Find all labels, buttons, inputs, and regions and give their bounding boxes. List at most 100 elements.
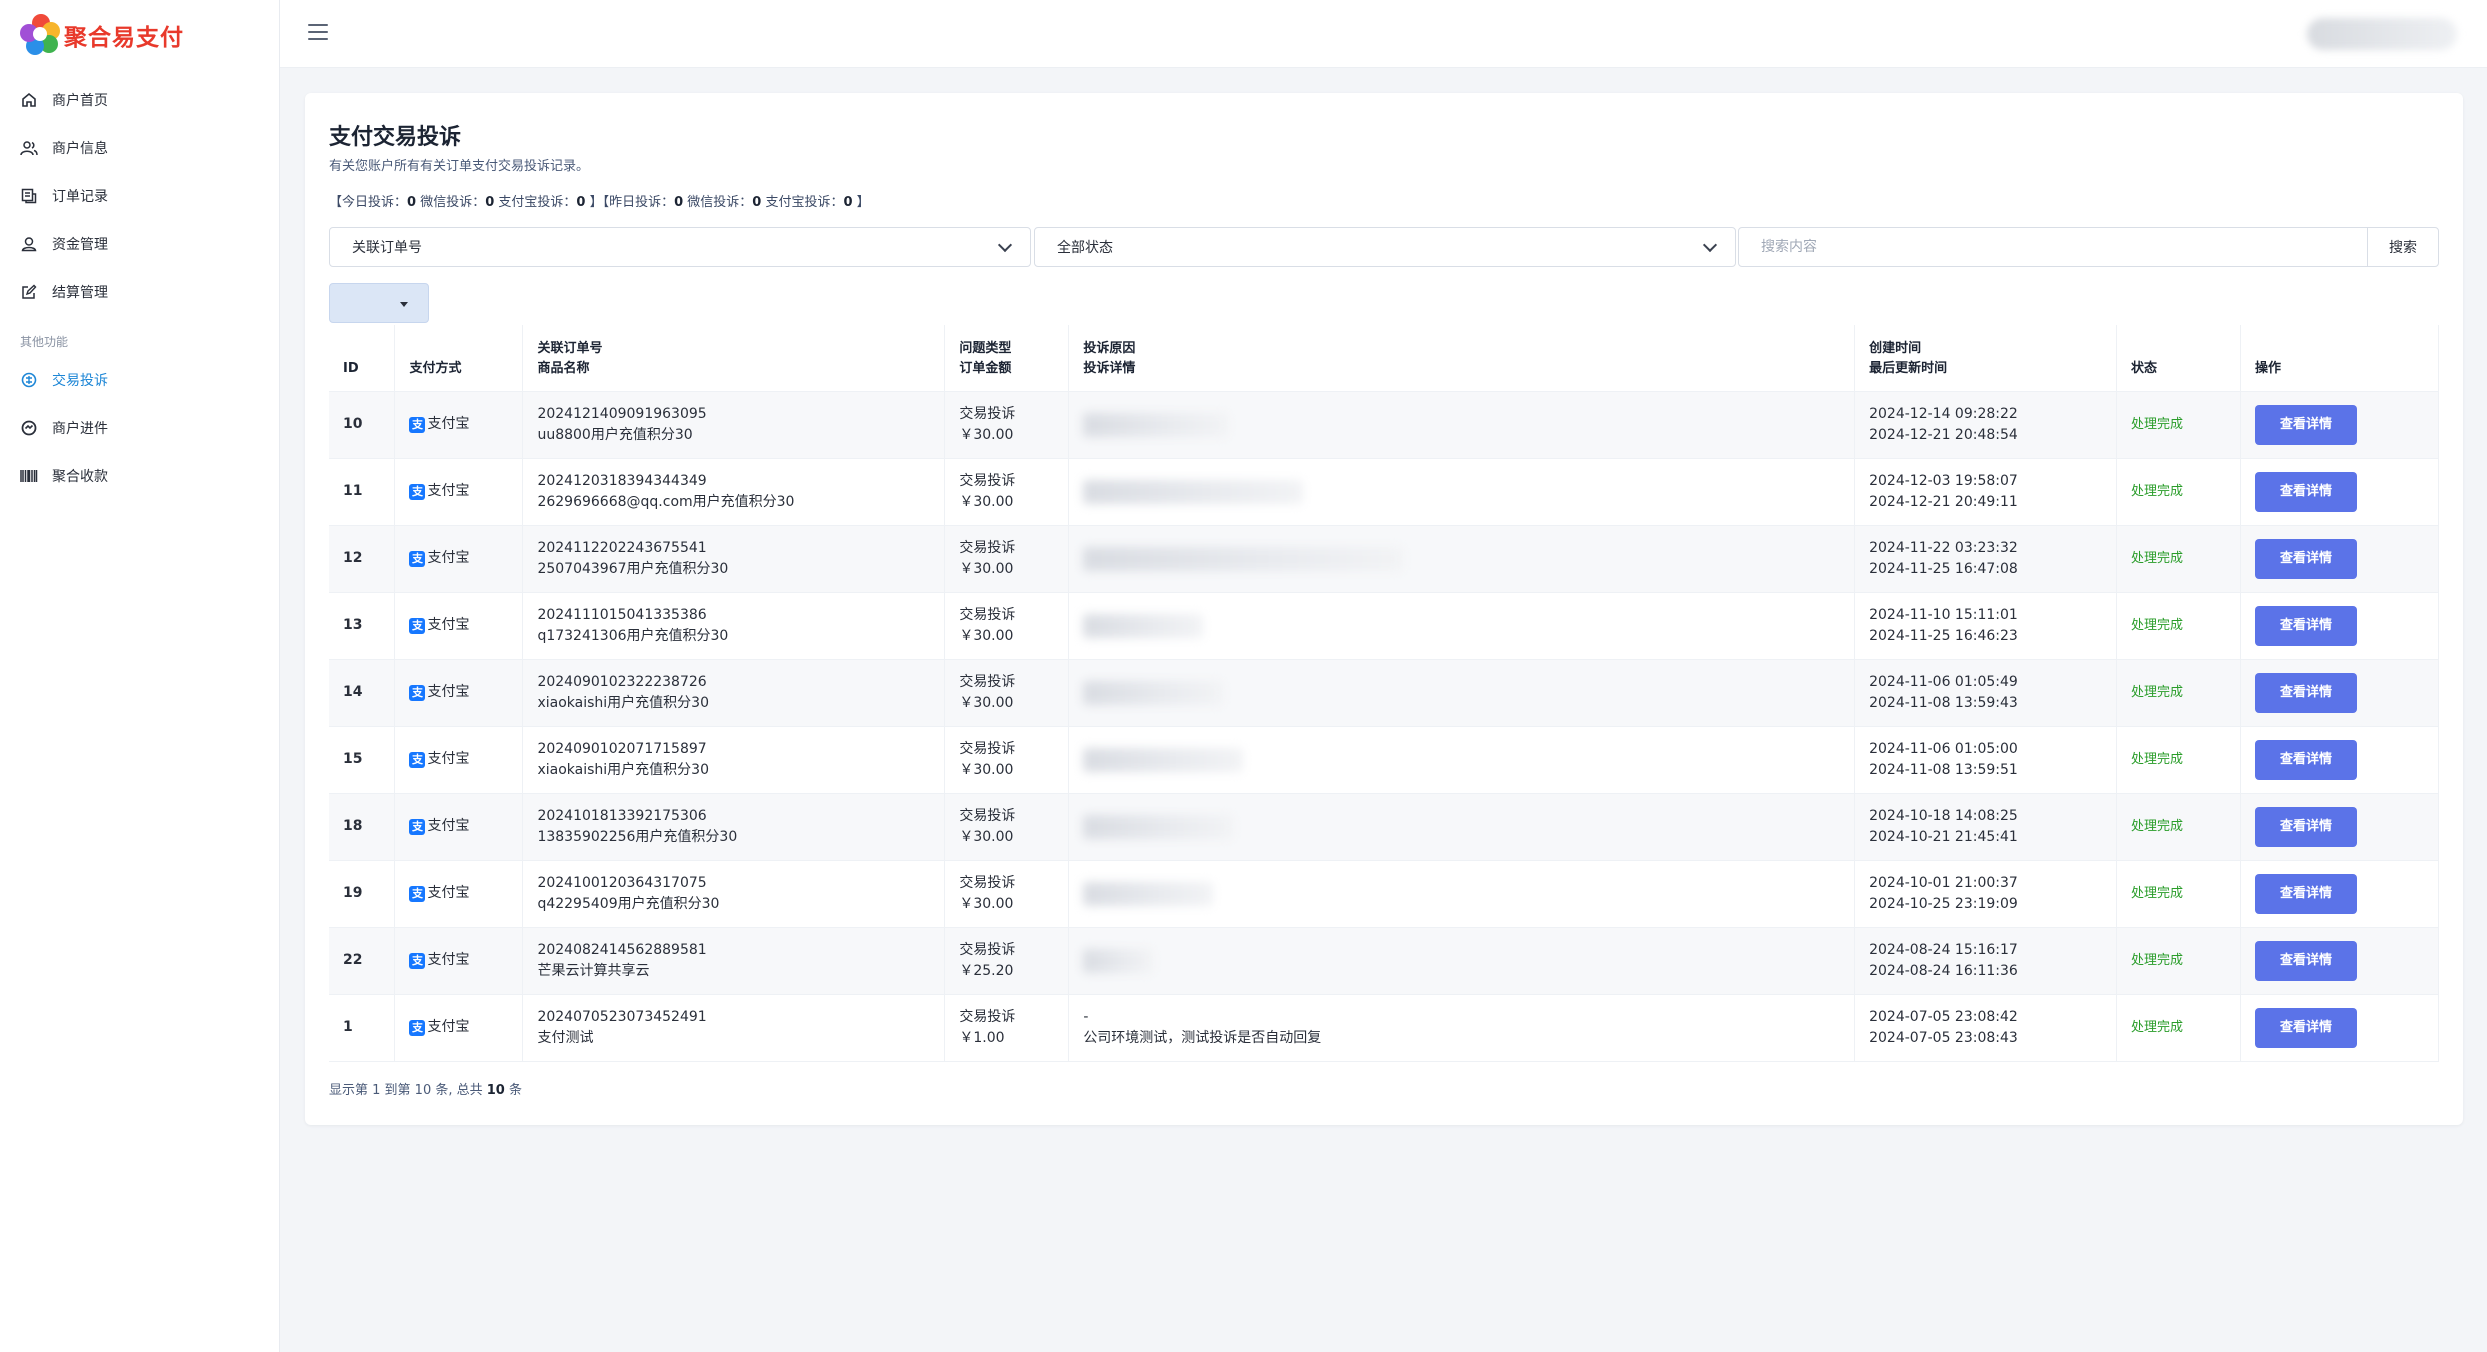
view-detail-button[interactable]: 查看详情	[2254, 806, 2357, 847]
updated-time: 2024-10-21 21:45:41	[1869, 828, 2018, 845]
complaint-type: 交易投诉	[959, 740, 1016, 757]
logo-flower-icon	[20, 14, 62, 56]
col-type[interactable]: 问题类型 订单金额	[944, 325, 1070, 391]
alipay-icon: 支	[409, 684, 426, 701]
cell-action: 查看详情	[2240, 390, 2440, 458]
order-number[interactable]: 2024121409091963095	[537, 404, 930, 425]
sidebar-item-merchant-info[interactable]: 商户信息	[0, 124, 279, 172]
complaints-card: 支付交易投诉 有关您账户所有有关订单支付交易投诉记录。 【今日投诉：0 微信投诉…	[305, 93, 2463, 1125]
status-select[interactable]: 全部状态	[1034, 227, 1736, 267]
view-detail-button[interactable]: 查看详情	[2254, 1007, 2357, 1048]
sidebar-item-aggregate-pay[interactable]: 聚合收款	[0, 452, 279, 500]
order-amount: ￥30.00	[959, 694, 1014, 711]
cell-pay-method: 支支付宝	[394, 591, 524, 659]
order-amount: ￥25.20	[959, 962, 1014, 979]
cell-time: 2024-11-06 01:05:49 2024-11-08 13:59:43	[1854, 658, 2118, 726]
cell-action: 查看详情	[2240, 524, 2440, 592]
complaint-type: 交易投诉	[959, 673, 1016, 690]
edit-icon	[20, 283, 38, 301]
cell-type: 交易投诉 ￥30.00	[944, 457, 1070, 525]
cell-reason: - 公司环境测试，测试投诉是否自动回复	[1068, 993, 1856, 1062]
cell-order: 2024090102322238726 xiaokaishi用户充值积分30	[522, 658, 946, 726]
complaint-reason-redacted	[1083, 814, 1234, 839]
created-time: 2024-11-22 03:23:32	[1869, 539, 2018, 556]
view-detail-button[interactable]: 查看详情	[2254, 404, 2357, 445]
user-avatar[interactable]	[2307, 18, 2457, 50]
sidebar-item-label: 商户进件	[52, 421, 108, 437]
col-pay-method[interactable]: 支付方式	[394, 325, 524, 391]
table-row: 14 支支付宝 2024090102322238726 xiaokaishi用户充值积…	[329, 658, 2440, 726]
search-button[interactable]: 搜索	[2367, 227, 2439, 267]
status-badge: 处理完成	[2131, 618, 2184, 633]
complaint-reason-redacted	[1083, 948, 1154, 973]
view-detail-button[interactable]: 查看详情	[2254, 873, 2357, 914]
col-id[interactable]: ID	[329, 325, 396, 391]
batch-action-dropdown[interactable]	[329, 283, 429, 323]
created-time: 2024-10-01 21:00:37	[1869, 874, 2018, 891]
created-time: 2024-10-18 14:08:25	[1869, 807, 2018, 824]
view-detail-button[interactable]: 查看详情	[2254, 940, 2357, 981]
view-detail-button[interactable]: 查看详情	[2254, 471, 2357, 512]
order-amount: ￥30.00	[959, 627, 1014, 644]
order-number[interactable]: 2024090102071715897	[537, 739, 930, 760]
sidebar-item-complaints[interactable]: 交易投诉	[0, 356, 279, 404]
sidebar-item-onboarding[interactable]: 商户进件	[0, 404, 279, 452]
view-detail-button[interactable]: 查看详情	[2254, 538, 2357, 579]
order-amount: ￥1.00	[959, 1029, 1005, 1046]
cell-action: 查看详情	[2240, 926, 2440, 994]
cell-status: 处理完成	[2116, 859, 2241, 927]
order-number[interactable]: 2024082414562889581	[537, 940, 930, 961]
sidebar-item-funds[interactable]: 资金管理	[0, 220, 279, 268]
cell-status: 处理完成	[2116, 792, 2241, 860]
sidebar: 聚合易支付 商户首页 商户信息 订单记录 资金管理 结算管理 其他功能 交易投诉…	[0, 0, 280, 1352]
created-time: 2024-08-24 15:16:17	[1869, 941, 2018, 958]
status-badge: 处理完成	[2131, 417, 2184, 432]
col-order[interactable]: 关联订单号 商品名称	[522, 325, 946, 391]
chevron-down-icon	[997, 237, 1013, 253]
order-field-select[interactable]: 关联订单号	[329, 227, 1031, 267]
sidebar-item-label: 资金管理	[52, 237, 108, 253]
complaint-reason-redacted	[1083, 680, 1224, 705]
users-icon	[20, 139, 38, 157]
table-row: 22 支支付宝 2024082414562889581 芒果云计算共享云 交易投诉 ￥25…	[329, 926, 2440, 994]
order-number[interactable]: 2024070523073452491	[537, 1007, 930, 1028]
sidebar-item-settlement[interactable]: 结算管理	[0, 268, 279, 316]
complaints-table: ID 支付方式 关联订单号 商品名称 问题类型 订单金额 投诉原因 投诉详情 创建时间…	[329, 325, 2440, 1062]
product-name: q42295409用户充值积分30	[537, 895, 720, 912]
logo[interactable]: 聚合易支付	[20, 14, 184, 56]
view-detail-button[interactable]: 查看详情	[2254, 672, 2357, 713]
sidebar-item-label: 聚合收款	[52, 469, 108, 485]
order-number[interactable]: 2024112202243675541	[537, 538, 930, 559]
complaint-type: 交易投诉	[959, 472, 1016, 489]
order-number[interactable]: 2024120318394344349	[537, 471, 930, 492]
col-time[interactable]: 创建时间 最后更新时间	[1854, 325, 2118, 391]
view-detail-button[interactable]: 查看详情	[2254, 739, 2357, 780]
cell-type: 交易投诉 ￥30.00	[944, 725, 1070, 793]
cell-status: 处理完成	[2116, 725, 2241, 793]
order-number[interactable]: 2024090102322238726	[537, 672, 930, 693]
cell-reason	[1068, 792, 1856, 860]
complaint-type: 交易投诉	[959, 941, 1016, 958]
product-name: q173241306用户充值积分30	[537, 627, 729, 644]
col-action: 操作	[2240, 325, 2440, 391]
order-number[interactable]: 2024111015041335386	[537, 605, 930, 626]
sidebar-item-home[interactable]: 商户首页	[0, 76, 279, 124]
order-number[interactable]: 2024101813392175306	[537, 806, 930, 827]
complaint-type: 交易投诉	[959, 405, 1016, 422]
table-row: 13 支支付宝 2024111015041335386 q173241306用户充值积…	[329, 591, 2440, 659]
order-number[interactable]: 2024100120364317075	[537, 873, 930, 894]
sidebar-item-orders[interactable]: 订单记录	[0, 172, 279, 220]
col-status[interactable]: 状态	[2116, 325, 2241, 391]
view-detail-button[interactable]: 查看详情	[2254, 605, 2357, 646]
cell-action: 查看详情	[2240, 725, 2440, 793]
created-time: 2024-11-06 01:05:49	[1869, 673, 2018, 690]
updated-time: 2024-11-25 16:47:08	[1869, 560, 2018, 577]
menu-toggle-icon[interactable]	[308, 24, 328, 42]
col-reason[interactable]: 投诉原因 投诉详情	[1068, 325, 1856, 391]
created-time: 2024-12-03 19:58:07	[1869, 472, 2018, 489]
complaint-type: 交易投诉	[959, 1008, 1016, 1025]
product-name: uu8800用户充值积分30	[537, 426, 693, 443]
cell-time: 2024-11-10 15:11:01 2024-11-25 16:46:23	[1854, 591, 2118, 659]
cell-status: 处理完成	[2116, 457, 2241, 525]
search-input[interactable]	[1738, 227, 2368, 267]
